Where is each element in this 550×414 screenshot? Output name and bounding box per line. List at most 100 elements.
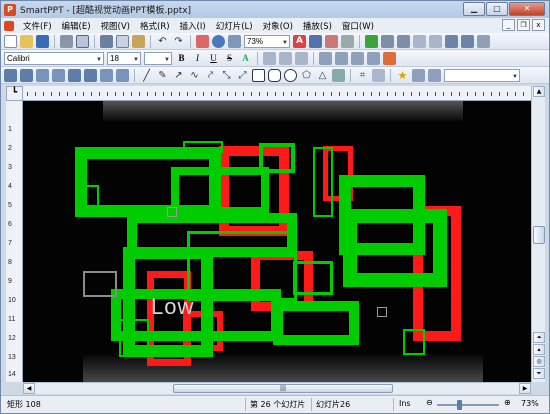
scroll-up-icon[interactable]: ▲ [533,86,545,97]
zoom-icon[interactable] [212,34,225,48]
green-frame-shape[interactable] [273,301,359,345]
columns-icon[interactable] [413,34,426,48]
open-icon[interactable] [20,34,33,48]
font-size-select[interactable]: 18 ▼ [107,51,141,65]
layout-icon[interactable] [68,68,81,82]
font-name-select[interactable]: Calibri ▼ [4,51,104,65]
triangle-icon[interactable]: △ [316,69,329,82]
vertical-scrollbar[interactable]: ▲ ⏶ ▴ ◎ ⏷ [531,86,545,382]
line-icon[interactable]: ╱ [140,69,153,82]
line-style-icon[interactable] [428,68,441,82]
select-slide-icon[interactable] [4,68,17,82]
align-left-icon[interactable] [381,34,394,48]
gray-frame-shape[interactable] [167,207,177,217]
print-preview-icon[interactable] [76,34,89,48]
maximize-button[interactable]: □ [486,2,508,16]
align-right-text-icon[interactable] [295,51,308,65]
menu-play[interactable]: 播放(S) [298,20,337,32]
horizontal-scrollbar[interactable]: ◀ ||| ▶ [23,382,531,394]
slide-up-icon[interactable]: ▴ [533,344,545,355]
indent-icon[interactable] [351,51,364,65]
font-color-icon[interactable] [383,51,396,65]
master-icon[interactable] [84,68,97,82]
animation-icon[interactable] [116,68,129,82]
format-painter-icon[interactable] [341,34,354,48]
slide-canvas[interactable]: Low [23,101,531,382]
menu-insert[interactable]: 插入(I) [175,20,211,32]
copy-icon[interactable] [116,34,129,48]
rounded-rectangle-icon[interactable] [268,68,281,82]
outline-view-icon[interactable] [52,68,65,82]
ungroup-icon[interactable] [461,34,474,48]
textbox-icon[interactable] [332,68,345,82]
arrow-line-icon[interactable]: ↗ [172,69,185,82]
menu-file[interactable]: 文件(F) [18,20,57,32]
zoom-select[interactable]: 73% ▼ [244,34,290,48]
menu-edit[interactable]: 编辑(E) [57,20,96,32]
menu-window[interactable]: 窗口(W) [337,20,379,32]
previous-slide-icon[interactable]: ⏶ [533,332,545,343]
align-center-icon[interactable] [397,34,410,48]
underline-button[interactable]: U [207,52,220,65]
save-icon[interactable] [36,34,49,48]
scroll-right-icon[interactable]: ▶ [519,383,531,394]
rectangle-icon[interactable] [252,68,265,82]
shape-style-icon[interactable] [412,68,425,82]
double-arrow-icon[interactable]: ⤢ [236,69,249,82]
undo-icon[interactable]: ↶ [156,35,169,48]
rows-icon[interactable] [429,34,442,48]
next-slide-icon[interactable]: ⏷ [533,368,545,379]
ellipse-icon[interactable] [284,68,297,82]
doc-close-button[interactable]: x [532,19,545,31]
elbow-connector-icon[interactable]: ⤡ [220,69,233,82]
ruler-corner-tab-icon[interactable]: ┗ [6,86,23,101]
shadow-button[interactable]: A [239,52,252,65]
redo-icon[interactable]: ↷ [172,35,185,48]
connector-icon[interactable]: ⤤ [204,69,217,82]
menu-slide[interactable]: 幻灯片(L) [211,20,258,32]
align-left-text-icon[interactable] [263,51,276,65]
slide[interactable]: Low [23,101,531,382]
green-frame-shape[interactable] [259,143,295,173]
cut-icon[interactable] [100,34,113,48]
document-icon[interactable] [4,20,14,31]
green-frame-shape[interactable] [343,209,447,287]
italic-button[interactable]: I [191,52,204,65]
text-color-icon[interactable]: A [293,34,306,48]
picture-icon[interactable] [325,34,338,48]
gray-frame-shape[interactable] [83,271,117,297]
style-select[interactable]: ▼ [444,68,520,82]
menu-object[interactable]: 对象(O) [258,20,298,32]
zoom-in-icon[interactable]: ⊕ [504,398,511,407]
green-frame-shape[interactable] [187,231,297,301]
transition-icon[interactable] [100,68,113,82]
green-frame-shape[interactable] [313,147,333,217]
new-icon[interactable] [4,34,17,48]
fit-page-icon[interactable] [228,34,241,48]
doc-minimize-button[interactable]: _ [502,19,515,31]
star-icon[interactable]: ★ [396,69,409,82]
print-icon[interactable] [60,34,73,48]
zoom-slider-handle[interactable] [457,400,462,410]
horizontal-scroll-thumb[interactable]: ||| [173,384,393,393]
horizontal-ruler[interactable] [23,86,533,101]
close-button[interactable]: ✕ [509,2,545,16]
green-frame-shape[interactable] [81,185,99,209]
bold-button[interactable]: B [175,52,188,65]
numbering-icon[interactable] [335,51,348,65]
bullets-icon[interactable] [319,51,332,65]
green-frame-shape[interactable] [183,141,223,153]
zoom-slider[interactable] [437,404,499,406]
scroll-left-icon[interactable]: ◀ [23,383,35,394]
polygon-icon[interactable]: ⬠ [300,69,313,82]
green-frame-shape[interactable] [403,329,425,355]
properties-icon[interactable] [477,34,490,48]
arrange-icon[interactable] [372,68,385,82]
minimize-button[interactable]: ▁ [463,2,485,16]
vertical-ruler[interactable]: 1 2 3 4 5 6 7 8 9 10 11 12 13 14 [6,101,23,382]
doc-restore-button[interactable]: ❐ [517,19,530,31]
filter-icon[interactable] [365,34,378,48]
paste-icon[interactable] [132,34,145,48]
curve-icon[interactable]: ∿ [188,69,201,82]
align-center-text-icon[interactable] [279,51,292,65]
